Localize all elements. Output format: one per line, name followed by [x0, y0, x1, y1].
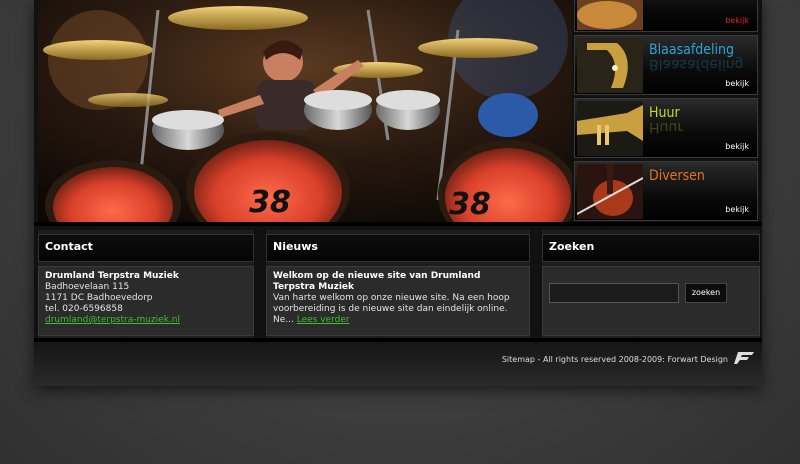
search-button[interactable]: zoeken	[685, 283, 727, 303]
bekijk-link[interactable]: bekijk	[725, 142, 749, 151]
forwart-logo-icon	[734, 352, 754, 364]
news-body: Welkom op de nieuwe site van Drumland Te…	[266, 266, 530, 336]
company-name: Drumland Terpstra Muziek	[45, 271, 179, 281]
bekijk-link[interactable]: bekijk	[725, 16, 749, 25]
news-title: Welkom op de nieuwe site van Drumland Te…	[273, 271, 481, 292]
category-tile-blaasafdeling[interactable]: Blaasafdeling Blaasafdeling bekijk	[574, 35, 758, 95]
search-body: zoeken	[542, 266, 760, 336]
category-tile-drums[interactable]: bekijk	[574, 0, 758, 32]
news-heading: Nieuws	[266, 234, 530, 262]
category-title-reflection: Huur	[649, 119, 684, 135]
drum-number: 38	[449, 187, 491, 222]
bekijk-link[interactable]: bekijk	[725, 79, 749, 88]
category-title: Diversen	[649, 168, 705, 184]
category-thumbnail	[577, 0, 643, 30]
bekijk-link[interactable]: bekijk	[725, 205, 749, 214]
city-address: 1171 DC Badhoevedorp	[45, 293, 153, 303]
phone-number: tel. 020-6596858	[45, 304, 123, 314]
contact-body: Drumland Terpstra Muziek Badhoevelaan 11…	[38, 266, 254, 336]
contact-heading: Contact	[38, 234, 254, 262]
email-link[interactable]: drumland@terpstra-muziek.nl	[45, 315, 180, 325]
search-input[interactable]	[549, 283, 679, 303]
saxophone-thumbnail	[577, 38, 643, 93]
read-more-link[interactable]: Lees verder	[297, 315, 350, 325]
contact-panel: Contact Drumland Terpstra Muziek Badhoev…	[38, 230, 254, 338]
footer-text: Sitemap - All rights reserved 2008-2009:…	[501, 355, 728, 364]
category-title-reflection: Blaasafdeling	[649, 56, 744, 72]
hero-image: 38 38	[38, 0, 572, 222]
trumpet-thumbnail	[577, 101, 643, 156]
drummer-photo: 38 38	[38, 0, 572, 222]
news-panel: Nieuws Welkom op de nieuwe site van Drum…	[266, 230, 530, 338]
category-tile-huur[interactable]: Huur Huur bekijk	[574, 98, 758, 158]
footer: Sitemap - All rights reserved 2008-2009:…	[34, 338, 762, 386]
search-panel: Zoeken zoeken	[542, 230, 760, 338]
page-frame: 38 38 bekijk Blaasafdeling Blaasafdeling…	[34, 0, 762, 386]
search-heading: Zoeken	[542, 234, 760, 262]
violin-thumbnail	[577, 164, 643, 219]
category-tile-diversen[interactable]: Diversen bekijk	[574, 161, 758, 221]
divider	[34, 222, 762, 226]
street-address: Badhoevelaan 115	[45, 282, 130, 292]
drum-number: 38	[249, 185, 291, 220]
